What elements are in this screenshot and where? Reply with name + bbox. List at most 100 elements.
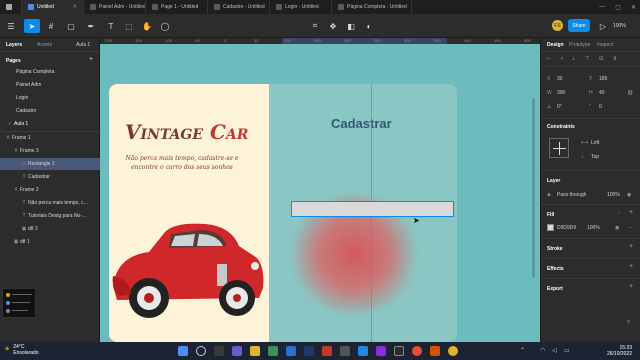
- photoshop-icon[interactable]: [304, 346, 314, 356]
- tab-assets[interactable]: Assets: [37, 42, 52, 48]
- styles-icon[interactable]: ⁘: [617, 210, 621, 216]
- add-stroke-icon[interactable]: +: [629, 243, 633, 250]
- cadastrar-heading[interactable]: Cadastrar: [331, 116, 392, 131]
- layer-row[interactable]: ▣ dtf 1: [0, 236, 100, 248]
- task-view-icon[interactable]: [214, 346, 224, 356]
- tab-painel-adm[interactable]: Painel Adm - Untitled: [84, 0, 146, 14]
- close-icon[interactable]: ✕: [73, 4, 77, 10]
- align-right-icon[interactable]: ⊥: [571, 56, 575, 62]
- tab-inspect[interactable]: Inspect: [597, 42, 613, 48]
- tab-page-1[interactable]: Page 1 - Untitled: [146, 0, 208, 14]
- tab-prototype[interactable]: Prototype: [569, 42, 590, 48]
- mask-icon[interactable]: ◐: [362, 19, 376, 33]
- avatar[interactable]: FS: [552, 20, 563, 31]
- weather-widget[interactable]: ☀ 24°C Ensolarado: [4, 344, 39, 356]
- app-icon[interactable]: [322, 346, 332, 356]
- clock[interactable]: 15:33 26/10/2022: [607, 345, 632, 357]
- comment-tool-icon[interactable]: ◯: [158, 19, 172, 33]
- zoom-level[interactable]: 100%: [613, 23, 626, 29]
- tab-login[interactable]: Login - Untitled: [270, 0, 332, 14]
- app-icon[interactable]: [376, 346, 386, 356]
- boolean-icon[interactable]: ◧: [344, 19, 358, 33]
- volume-icon[interactable]: ◁: [552, 347, 557, 354]
- tab-design[interactable]: Design: [547, 42, 564, 48]
- share-button[interactable]: Share: [568, 19, 590, 32]
- add-export-icon[interactable]: +: [629, 283, 633, 290]
- app-icon[interactable]: [268, 346, 278, 356]
- fill-hex-field[interactable]: D9D9D9: [557, 225, 576, 231]
- main-menu-icon[interactable]: ☰: [4, 19, 18, 33]
- minimize-icon[interactable]: —: [599, 4, 605, 10]
- frame-tool-icon[interactable]: #: [44, 19, 58, 33]
- resources-icon[interactable]: ⬚: [122, 19, 136, 33]
- align-bottom-icon[interactable]: ⊻: [613, 56, 617, 62]
- page-item[interactable]: Página Completa: [0, 66, 100, 78]
- constraint-h-select[interactable]: Left: [591, 140, 599, 146]
- layer-row[interactable]: T Tutoriais Desig para No-...: [0, 210, 100, 222]
- design-canvas[interactable]: VINTAGE CAR Não perca mais tempo, cadast…: [100, 38, 540, 342]
- align-left-icon[interactable]: ⊢: [547, 56, 551, 62]
- align-center-icon[interactable]: ⊣: [559, 56, 563, 62]
- app-icon[interactable]: [430, 346, 440, 356]
- teams-icon[interactable]: [232, 346, 242, 356]
- frame-2[interactable]: VINTAGE CAR Não perca mais tempo, cadast…: [109, 84, 269, 342]
- app-icon[interactable]: [448, 346, 458, 356]
- add-effect-icon[interactable]: +: [629, 263, 633, 270]
- layer-opacity-field[interactable]: 100%: [607, 192, 620, 198]
- layer-row[interactable]: # Frame 2: [0, 184, 100, 196]
- tab-pagina-completa[interactable]: Página Completa - Untitled: [332, 0, 412, 14]
- page-selector[interactable]: Aula 1: [76, 42, 90, 48]
- windows-start-icon[interactable]: [178, 346, 188, 356]
- align-top-icon[interactable]: ⊤: [585, 56, 589, 62]
- canvas-scrollbar[interactable]: [532, 98, 535, 278]
- align-middle-icon[interactable]: ⊟: [599, 56, 603, 62]
- tab-layers[interactable]: Layers: [6, 42, 22, 48]
- help-icon[interactable]: ?: [627, 320, 630, 326]
- rotation-field[interactable]: 0°: [557, 104, 562, 110]
- app-icon[interactable]: [358, 346, 368, 356]
- app-icon[interactable]: [286, 346, 296, 356]
- constrain-proportions-icon[interactable]: ⛓: [627, 90, 633, 96]
- layer-row[interactable]: # Frame 1: [0, 132, 100, 144]
- w-field[interactable]: 390: [557, 90, 565, 96]
- page-item-current[interactable]: ✓ Aula 1: [0, 118, 100, 130]
- y-field[interactable]: 189: [599, 76, 607, 82]
- x-field[interactable]: 30: [557, 76, 563, 82]
- layer-row-selected[interactable]: ▭ Rectangle 1: [0, 158, 100, 170]
- frame-1[interactable]: VINTAGE CAR Não perca mais tempo, cadast…: [109, 84, 457, 342]
- tab-untitled[interactable]: Untitled ✕: [22, 0, 84, 14]
- layer-row[interactable]: # Frame 3: [0, 145, 100, 157]
- hand-tool-icon[interactable]: ✋: [140, 19, 154, 33]
- page-item[interactable]: Cadastro: [0, 105, 100, 117]
- text-tool-icon[interactable]: T: [104, 19, 118, 33]
- shape-tool-icon[interactable]: ▢: [64, 19, 78, 33]
- file-explorer-icon[interactable]: [250, 346, 260, 356]
- pen-tool-icon[interactable]: ✒: [84, 19, 98, 33]
- move-tool-icon[interactable]: ➤: [24, 19, 40, 33]
- figma-menu-icon[interactable]: [0, 0, 22, 14]
- add-page-icon[interactable]: +: [89, 56, 93, 63]
- crop-icon[interactable]: ⌗: [308, 19, 322, 33]
- chrome-icon[interactable]: [412, 346, 422, 356]
- h-field[interactable]: 40: [599, 90, 605, 96]
- tray-chevron-icon[interactable]: ⌃: [520, 347, 525, 354]
- maximize-icon[interactable]: ▢: [615, 4, 621, 11]
- rectangle-1[interactable]: [291, 201, 454, 217]
- layer-row[interactable]: T Cadastrar: [0, 171, 100, 183]
- search-icon[interactable]: [196, 346, 206, 356]
- figma-app-icon[interactable]: [394, 346, 404, 356]
- layer-row[interactable]: T Não perca mais tempo, c...: [0, 197, 100, 209]
- radius-field[interactable]: 0: [599, 104, 602, 110]
- wifi-icon[interactable]: ◠: [540, 347, 545, 354]
- fill-swatch[interactable]: [547, 224, 554, 231]
- page-item[interactable]: Login: [0, 92, 100, 104]
- close-window-icon[interactable]: ✕: [631, 4, 636, 11]
- layer-row[interactable]: ▣ dtf 2: [0, 223, 100, 235]
- visibility-icon[interactable]: ◉: [627, 192, 631, 198]
- visibility-icon[interactable]: ◉: [615, 225, 619, 231]
- constraints-widget[interactable]: [549, 138, 569, 158]
- constraint-v-select[interactable]: Top: [591, 154, 599, 160]
- remove-fill-icon[interactable]: −: [629, 225, 632, 231]
- battery-icon[interactable]: ▭: [564, 347, 570, 354]
- page-item[interactable]: Painel Adm: [0, 79, 100, 91]
